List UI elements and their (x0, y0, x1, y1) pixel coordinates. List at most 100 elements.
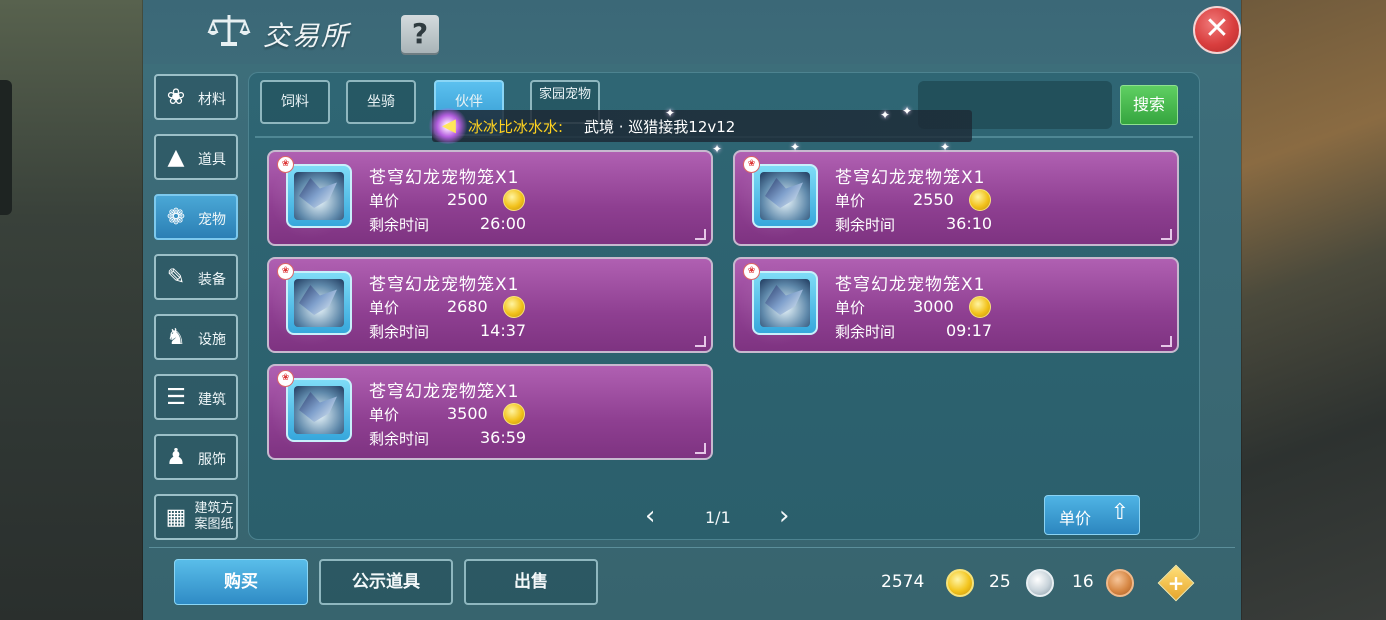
item-price: 2680 (447, 297, 488, 316)
item-name: 苍穹幻龙宠物笼X1 (835, 168, 986, 188)
equipment-icon: ✎ (166, 265, 186, 290)
price-label: 单价 (835, 192, 866, 210)
corner-mark (1161, 336, 1172, 347)
bottom-divider (149, 547, 1235, 548)
sidebar-item-label: 装备 (198, 272, 226, 288)
sparkle-icon: ✦ (790, 140, 801, 154)
listing-card[interactable]: ❀ 苍穹幻龙宠物笼X1 单价 3000 剩余时间 09:17 (733, 257, 1179, 353)
sidebar-item-equipment[interactable]: ✎ 装备 (154, 254, 238, 300)
remaining-time: 26:00 (480, 214, 527, 233)
listing-card[interactable]: ❀ 苍穹幻龙宠物笼X1 单价 2680 剩余时间 14:37 (267, 257, 713, 353)
gold-coin-icon (969, 296, 991, 318)
time-label: 剩余时间 (369, 430, 430, 448)
sidebar-item-blueprints[interactable]: ▦ 建筑方案图纸 (154, 494, 238, 540)
pet-cage-icon (286, 164, 352, 228)
panel-header: 交易所 ? ✕ (143, 0, 1241, 64)
item-name: 苍穹幻龙宠物笼X1 (369, 168, 520, 188)
paw-badge-icon: ❀ (743, 156, 760, 173)
background-widget (0, 80, 12, 215)
paw-badge-icon: ❀ (277, 370, 294, 387)
pet-cage-icon (752, 271, 818, 335)
bronze-coin-icon (1106, 569, 1134, 597)
gold-coin-icon (946, 569, 974, 597)
sidebar-item-label: 建筑方案图纸 (194, 501, 234, 532)
remaining-time: 14:37 (480, 321, 527, 340)
tab-mounts[interactable]: 坐骑 (346, 80, 416, 124)
arrow-up-icon: ⇧ (1110, 500, 1130, 525)
sidebar-item-label: 材料 (198, 92, 226, 108)
sort-label: 单价 (1059, 509, 1092, 528)
sidebar-item-label: 宠物 (198, 212, 226, 228)
search-button[interactable]: 搜索 (1120, 85, 1178, 125)
sparkle-icon: ✦ (902, 104, 913, 118)
sidebar-item-facilities[interactable]: ♞ 设施 (154, 314, 238, 360)
add-currency-button[interactable]: + (1157, 564, 1195, 602)
pet-cage-icon (752, 164, 818, 228)
gold-coin-icon (503, 403, 525, 425)
scales-icon (207, 15, 251, 46)
sidebar-item-label: 建筑 (198, 392, 226, 408)
help-button[interactable]: ? (401, 15, 439, 53)
paw-badge-icon: ❀ (743, 263, 760, 280)
buy-button[interactable]: 购买 (174, 559, 308, 605)
sidebar-item-buildings[interactable]: ☰ 建筑 (154, 374, 238, 420)
broadcast-sender: 冰冰比冰水水: (468, 118, 564, 136)
clothing-icon: ♟ (166, 445, 186, 470)
gold-coin-icon (503, 189, 525, 211)
pet-cage-icon (286, 271, 352, 335)
remaining-time: 36:10 (946, 214, 993, 233)
remaining-time: 36:59 (480, 428, 527, 447)
price-label: 单价 (369, 406, 400, 424)
tab-feed[interactable]: 饲料 (260, 80, 330, 124)
item-price: 2550 (913, 190, 954, 209)
gold-coin-icon (503, 296, 525, 318)
bronze-amount: 16 (1072, 572, 1094, 592)
listing-card[interactable]: ❀ 苍穹幻龙宠物笼X1 单价 3500 剩余时间 36:59 (267, 364, 713, 460)
paw-badge-icon: ❀ (277, 156, 294, 173)
close-button[interactable]: ✕ (1193, 6, 1241, 54)
listing-card[interactable]: ❀ 苍穹幻龙宠物笼X1 单价 2500 剩余时间 26:00 (267, 150, 713, 246)
gold-amount: 2574 (881, 572, 925, 592)
price-label: 单价 (835, 299, 866, 317)
sidebar-item-label: 设施 (198, 332, 226, 348)
corner-mark (695, 443, 706, 454)
sparkle-icon: ✦ (940, 140, 951, 154)
page-title: 交易所 (263, 21, 350, 52)
sidebar-item-props[interactable]: ▲ 道具 (154, 134, 238, 180)
listing-area: 饲料 坐骑 伙伴 家园宠物 搜索 ❀ 苍穹幻龙宠物笼X1 单价 2500 剩余时… (248, 72, 1200, 540)
sidebar-item-clothing[interactable]: ♟ 服饰 (154, 434, 238, 480)
item-price: 3500 (447, 404, 488, 423)
pager-text: 1/1 (705, 508, 731, 527)
broadcast-banner: ◀ 冰冰比冰水水: 武境 · 巡猎接我12v12 (428, 108, 972, 144)
pager-prev-button[interactable]: ‹ (645, 503, 665, 529)
time-label: 剩余时间 (369, 216, 430, 234)
game-background-left (0, 0, 145, 620)
item-name: 苍穹幻龙宠物笼X1 (369, 275, 520, 295)
time-label: 剩余时间 (835, 323, 896, 341)
item-name: 苍穹幻龙宠物笼X1 (369, 382, 520, 402)
corner-mark (695, 336, 706, 347)
silver-coin-icon (1026, 569, 1054, 597)
sparkle-icon: ✦ (880, 108, 891, 122)
remaining-time: 09:17 (946, 321, 993, 340)
item-price: 2500 (447, 190, 488, 209)
sidebar-item-label: 道具 (198, 152, 226, 168)
sidebar-item-materials[interactable]: ❀ 材料 (154, 74, 238, 120)
materials-icon: ❀ (166, 85, 186, 110)
item-price: 3000 (913, 297, 954, 316)
showcase-items-button[interactable]: 公示道具 (319, 559, 453, 605)
paw-icon: ❁ (166, 205, 186, 230)
time-label: 剩余时间 (369, 323, 430, 341)
time-label: 剩余时间 (835, 216, 896, 234)
sort-by-price-button[interactable]: 单价 ⇧ (1044, 495, 1140, 535)
pager-next-button[interactable]: › (779, 503, 799, 529)
price-label: 单价 (369, 299, 400, 317)
corner-mark (1161, 229, 1172, 240)
pet-cage-icon (286, 378, 352, 442)
listing-card[interactable]: ❀ 苍穹幻龙宠物笼X1 单价 2550 剩余时间 36:10 (733, 150, 1179, 246)
sell-button[interactable]: 出售 (464, 559, 598, 605)
corner-mark (695, 229, 706, 240)
building-icon: ☰ (166, 385, 186, 410)
sidebar-item-pets[interactable]: ❁ 宠物 (154, 194, 238, 240)
broadcast-message: 武境 · 巡猎接我12v12 (584, 118, 736, 136)
